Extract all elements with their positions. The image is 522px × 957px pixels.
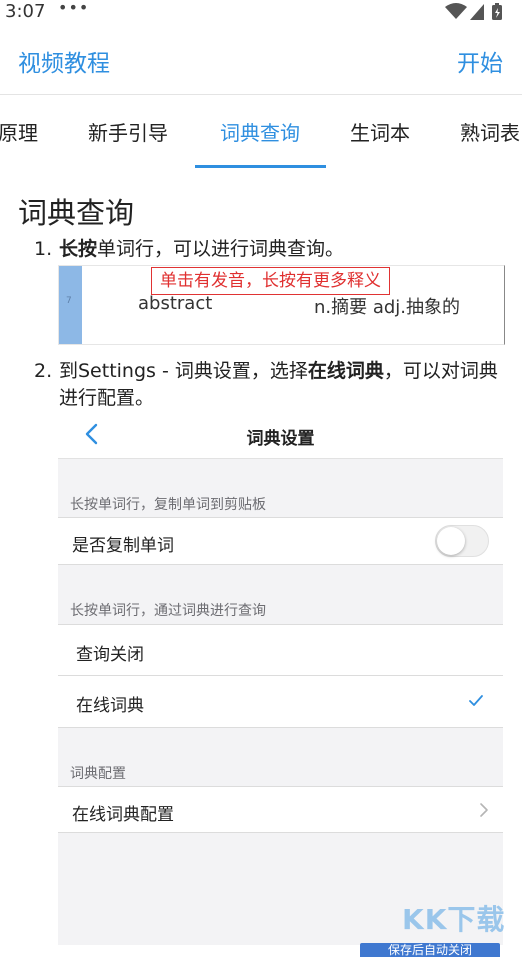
copy-word-label: 是否复制单词 [72, 536, 174, 556]
page-title: 视频教程 [18, 51, 110, 77]
online-dictionary-config-row[interactable]: 在线词典配置 [58, 786, 503, 833]
step-number: 1. [34, 238, 53, 260]
line-number: 7 [66, 296, 72, 306]
status-icons [445, 3, 502, 20]
option-label: 在线词典 [76, 696, 144, 716]
group-label-copy: 长按单词行，复制单词到剪贴板 [70, 497, 266, 513]
tab-beginner-guide[interactable]: 新手引导 [88, 117, 168, 146]
tab-dictionary-lookup[interactable]: 词典查询 [220, 117, 300, 146]
word-row-demo[interactable]: 7 abstract n.摘要 adj.抽象的 单击有发音，长按有更多释义 [58, 265, 505, 345]
app-header: 视频教程 开始 [0, 26, 522, 95]
status-bar: 3:07 ••• [0, 0, 522, 26]
dictionary-settings-panel: 词典设置 长按单词行，复制单词到剪贴板 是否复制单词 长按单词行，通过词典进行查… [58, 410, 503, 945]
tab-vocabulary-book[interactable]: 生词本 [350, 117, 410, 146]
demo-meaning: n.摘要 adj.抽象的 [314, 297, 461, 318]
status-time: 3:07 [5, 1, 46, 22]
step-pre-text: 到Settings - 词典设置，选择 [59, 360, 308, 382]
tab-principle[interactable]: 原理 [0, 117, 38, 146]
step-bold-text: 在线词典 [307, 360, 384, 382]
battery-icon [492, 3, 502, 20]
chevron-right-icon [480, 803, 488, 817]
config-label: 在线词典配置 [72, 805, 174, 825]
start-button[interactable]: 开始 [457, 44, 503, 78]
step-text: 长按单词行，可以进行词典查询。 [59, 236, 509, 263]
tooltip-tip: 单击有发音，长按有更多释义 [151, 267, 390, 295]
step-number: 2. [34, 360, 53, 382]
line-number-stripe: 7 [59, 266, 82, 344]
settings-title: 词典设置 [246, 429, 315, 449]
step-rest-text: 单词行，可以进行词典查询。 [97, 238, 345, 260]
step-bold-text: 长按 [59, 238, 98, 260]
toggle-knob [437, 527, 465, 555]
wifi-icon [445, 3, 467, 19]
option-lookup-off[interactable]: 查询关闭 [58, 625, 503, 675]
watermark-logo: KK下载 [402, 903, 506, 936]
group-label-config: 词典配置 [70, 766, 126, 782]
cellular-signal-icon [470, 4, 484, 20]
tab-known-words[interactable]: 熟词表 [460, 117, 520, 146]
lookup-options-group: 查询关闭 在线词典 [58, 624, 503, 728]
option-label: 查询关闭 [76, 645, 144, 665]
copy-word-toggle[interactable] [435, 525, 489, 557]
step-text: 到Settings - 词典设置，选择在线词典，可以对词典进行配置。 [59, 358, 509, 412]
demo-word: abstract [138, 293, 213, 314]
section-heading: 词典查询 [18, 196, 135, 230]
settings-nav-bar: 词典设置 [58, 410, 503, 459]
checkmark-icon [469, 695, 483, 706]
tab-bar: 原理 新手引导 词典查询 生词本 熟词表 [0, 95, 522, 168]
active-tab-indicator [195, 165, 326, 168]
option-online-dictionary[interactable]: 在线词典 [58, 676, 503, 727]
copy-word-row[interactable]: 是否复制单词 [58, 517, 503, 565]
notification-dots-icon: ••• [58, 0, 90, 17]
group-label-lookup: 长按单词行，通过词典进行查询 [70, 603, 266, 619]
